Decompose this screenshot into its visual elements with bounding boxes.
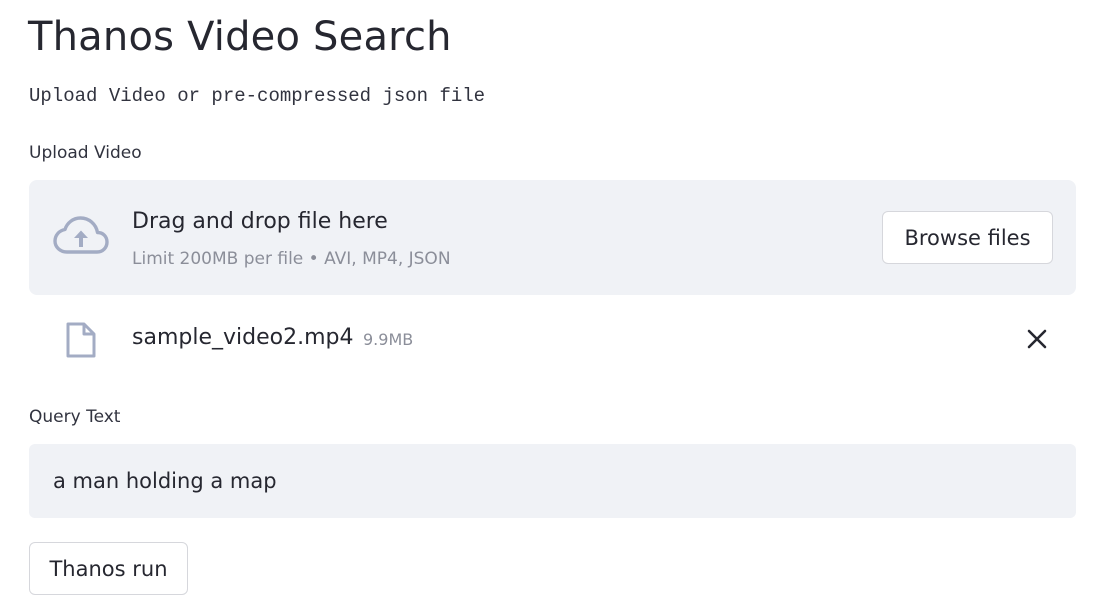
dropzone-instruction: Drag and drop file here [132,209,388,234]
close-icon[interactable] [1022,324,1052,354]
page-subtitle: Upload Video or pre-compressed json file [29,85,486,107]
cloud-upload-icon [53,216,109,254]
query-text-label: Query Text [29,407,121,427]
file-dropzone[interactable]: Drag and drop file here Limit 200MB per … [29,180,1076,295]
dropzone-limit-text: Limit 200MB per file • AVI, MP4, JSON [132,249,451,269]
uploaded-file-size: 9.9MB [363,330,414,349]
browse-files-button[interactable]: Browse files [882,211,1053,264]
query-text-input[interactable] [29,444,1076,518]
page-title: Thanos Video Search [28,14,452,60]
app-container: Thanos Video Search Upload Video or pre-… [0,0,1117,616]
thanos-run-button[interactable]: Thanos run [29,542,188,595]
uploaded-file-item: sample_video2.mp4 9.9MB [29,312,1076,368]
file-icon [66,322,96,358]
upload-video-label: Upload Video [29,143,142,163]
uploaded-file-name: sample_video2.mp4 [132,325,354,350]
